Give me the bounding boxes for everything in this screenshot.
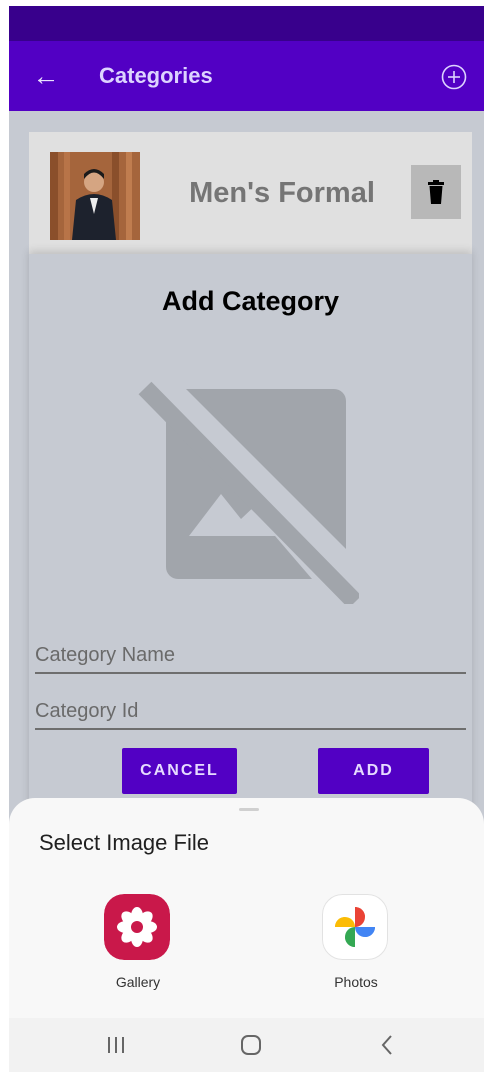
- gallery-label: Gallery: [115, 974, 161, 990]
- delete-button[interactable]: [411, 165, 461, 219]
- dialog-title: Add Category: [161, 286, 340, 316]
- back-arrow-icon[interactable]: ←: [31, 59, 61, 93]
- add-button[interactable]: ADD: [318, 748, 429, 794]
- system-navigation-bar: [9, 1018, 484, 1072]
- sheet-drag-handle[interactable]: [239, 808, 259, 811]
- google-photos-pinwheel-icon: [322, 894, 388, 960]
- nav-back-icon[interactable]: [365, 1030, 409, 1060]
- category-id-input[interactable]: [35, 696, 466, 726]
- recents-icon[interactable]: [94, 1030, 138, 1060]
- trash-icon: [428, 180, 444, 204]
- no-image-icon[interactable]: [129, 374, 359, 604]
- add-category-dialog: Add Category CANCEL ADD: [29, 254, 472, 814]
- category-id-field[interactable]: [35, 688, 466, 730]
- category-thumbnail: [50, 152, 140, 240]
- status-bar: [9, 6, 484, 41]
- home-icon[interactable]: [229, 1030, 273, 1060]
- category-list-item[interactable]: Men's Formal: [29, 132, 472, 260]
- gallery-option[interactable]: Gallery: [88, 894, 188, 1014]
- add-circle-icon[interactable]: [441, 64, 467, 90]
- sheet-title: Select Image File: [39, 830, 209, 855]
- man-in-suit-photo: [50, 152, 140, 240]
- category-name: Men's Formal: [189, 177, 375, 209]
- app-bar: ← Categories: [9, 41, 484, 111]
- photos-option[interactable]: Photos: [306, 894, 406, 1014]
- cancel-button[interactable]: CANCEL: [122, 748, 237, 794]
- photos-label: Photos: [334, 974, 378, 990]
- category-name-input[interactable]: [35, 640, 466, 670]
- page-title: Categories: [99, 63, 213, 88]
- gallery-flower-icon: [104, 894, 170, 960]
- app-screen: ← Categories Men's Formal Add Category C…: [9, 6, 484, 1072]
- category-name-field[interactable]: [35, 632, 466, 674]
